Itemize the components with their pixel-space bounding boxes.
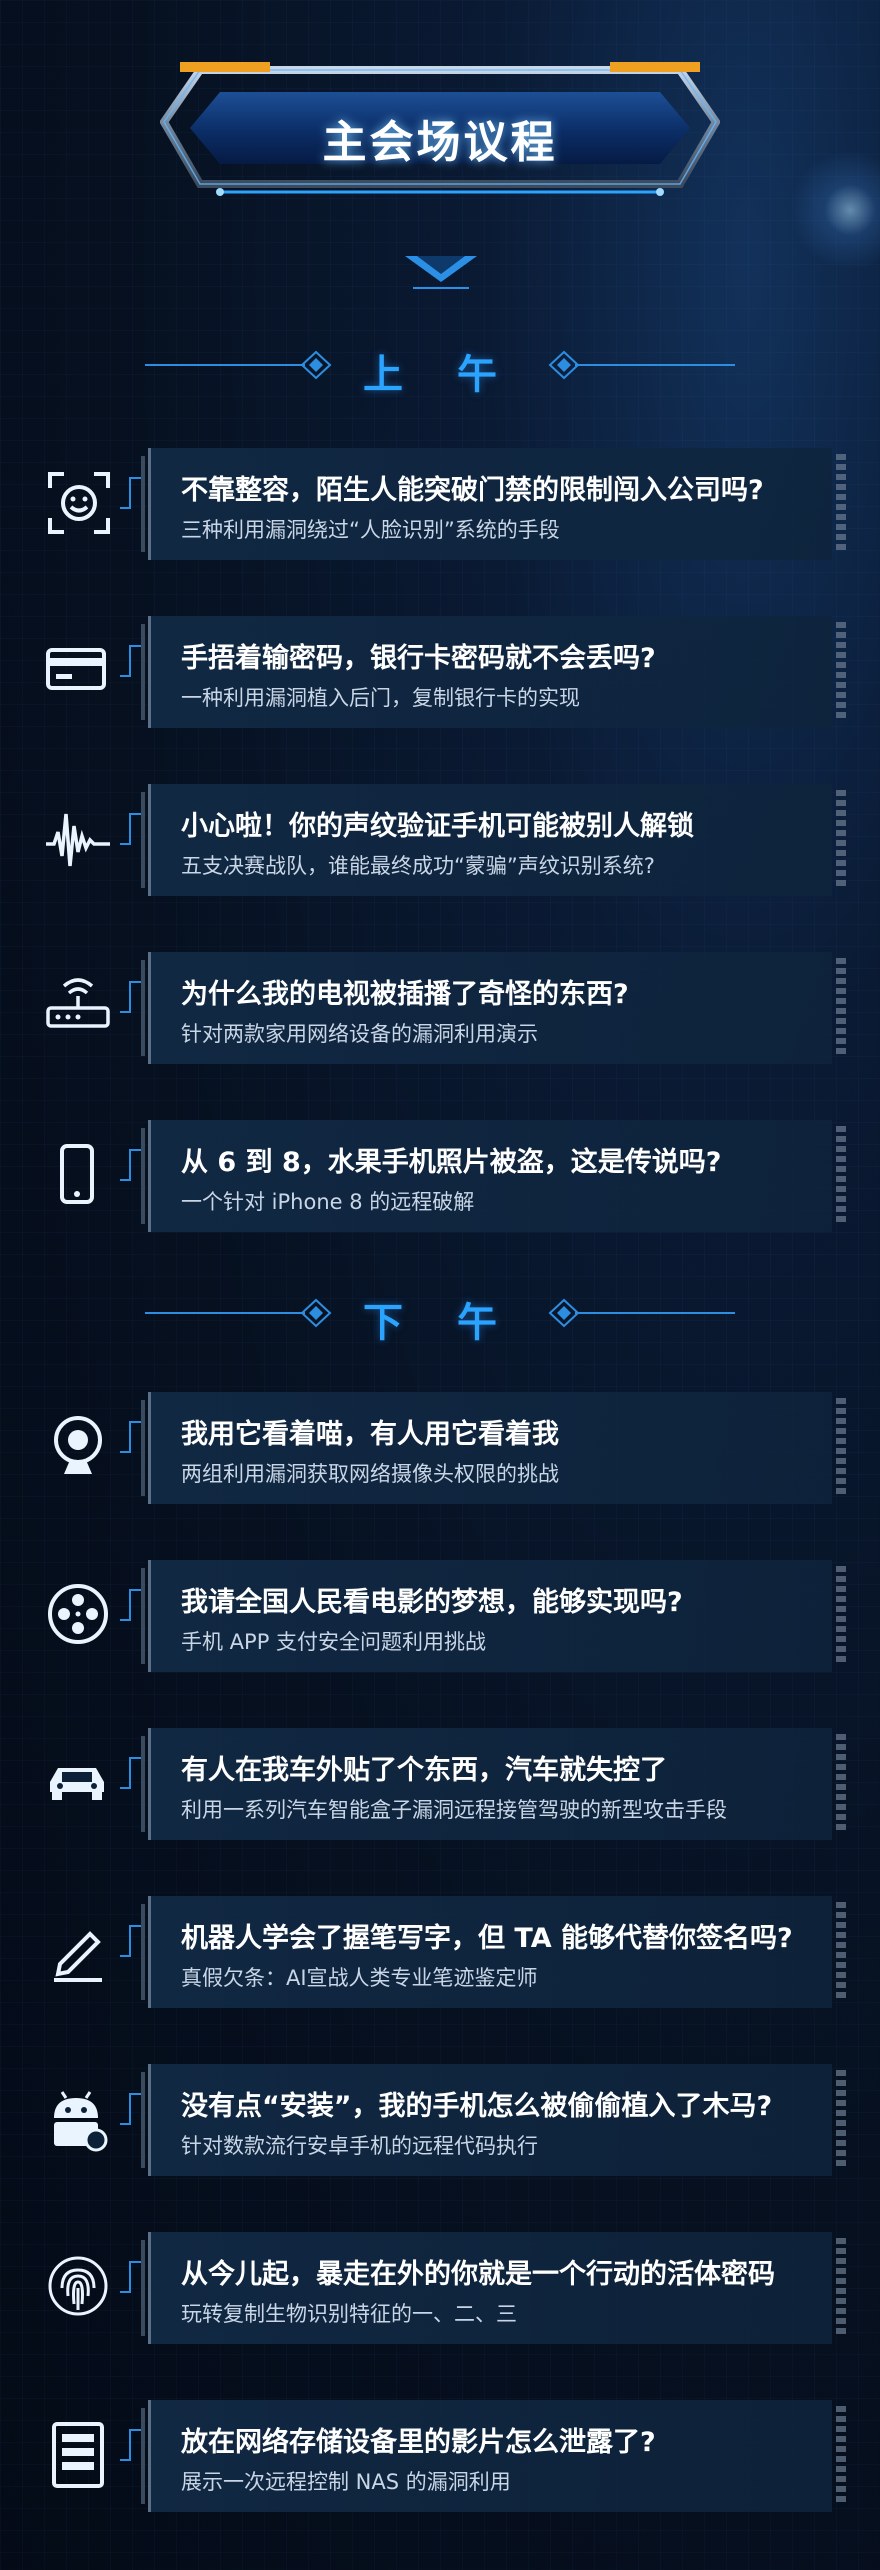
agenda-card: 我用它看着喵，有人用它看着我 两组利用漏洞获取网络摄像头权限的挑战 [141, 1392, 846, 1504]
agenda-title: 从今儿起，暴走在外的你就是一个行动的活体密码 [181, 2259, 775, 2290]
page-title: 主会场议程 [322, 117, 558, 168]
agenda-card: 手捂着输密码，银行卡密码就不会丢吗? 一种利用漏洞植入后门，复制银行卡的实现 [141, 616, 846, 728]
agenda-item: 不靠整容，陌生人能突破门禁的限制闯入公司吗? 三种利用漏洞绕过“人脸识别”系统的… [0, 448, 880, 560]
agenda-item: 从今儿起，暴走在外的你就是一个行动的活体密码 玩转复制生物识别特征的一、二、三 [0, 2232, 880, 2344]
agenda-card: 没有点“安装”，我的手机怎么被偷偷植入了木马? 针对数款流行安卓手机的远程代码执… [141, 2064, 846, 2176]
voice-wave-icon [46, 813, 110, 867]
agenda-item: 从 6 到 8，水果手机照片被盗，这是传说吗? 一个针对 iPhone 8 的远… [0, 1120, 880, 1232]
agenda-banner: 主会场议程 [160, 62, 720, 202]
divider-line [575, 364, 735, 366]
phone-icon [60, 1144, 94, 1204]
agenda-card: 我请全国人民看电影的梦想，能够实现吗? 手机 APP 支付安全问题利用挑战 [141, 1560, 846, 1672]
section-label: 下 午 [363, 1300, 517, 1346]
background-glow [790, 150, 880, 270]
car-icon [50, 1768, 104, 1800]
agenda-title: 机器人学会了握笔写字，但 TA 能够代替你签名吗? [181, 1923, 793, 1954]
fingerprint-icon [48, 2256, 108, 2316]
film-reel-icon [48, 1584, 108, 1644]
chevron-down-icon [405, 256, 477, 289]
agenda-title: 放在网络存储设备里的影片怎么泄露了? [181, 2427, 656, 2458]
agenda-subtitle: 玩转复制生物识别特征的一、二、三 [181, 2302, 517, 2326]
agenda-card: 小心啦！你的声纹验证手机可能被别人解锁 五支决赛战队，谁能最终成功“蒙骗”声纹识… [141, 784, 846, 896]
agenda-title: 有人在我车外贴了个东西，汽车就失控了 [181, 1755, 667, 1786]
agenda-title: 手捂着输密码，银行卡密码就不会丢吗? [181, 643, 656, 674]
agenda-subtitle: 一种利用漏洞植入后门，复制银行卡的实现 [181, 686, 580, 710]
agenda-subtitle: 五支决赛战队，谁能最终成功“蒙骗”声纹识别系统? [181, 854, 655, 878]
agenda-card: 不靠整容，陌生人能突破门禁的限制闯入公司吗? 三种利用漏洞绕过“人脸识别”系统的… [141, 448, 846, 560]
agenda-title: 我请全国人民看电影的梦想，能够实现吗? [181, 1587, 683, 1618]
webcam-icon [54, 1416, 102, 1474]
agenda-item: 为什么我的电视被插播了奇怪的东西? 针对两款家用网络设备的漏洞利用演示 [0, 952, 880, 1064]
agenda-subtitle: 真假欠条：AI宣战人类专业笔迹鉴定师 [181, 1966, 538, 1990]
agenda-card: 机器人学会了握笔写字，但 TA 能够代替你签名吗? 真假欠条：AI宣战人类专业笔… [141, 1896, 846, 2008]
router-icon [46, 978, 110, 1028]
agenda-card: 放在网络存储设备里的影片怎么泄露了? 展示一次远程控制 NAS 的漏洞利用 [141, 2400, 846, 2512]
agenda-subtitle: 两组利用漏洞获取网络摄像头权限的挑战 [181, 1462, 559, 1486]
agenda-card: 有人在我车外贴了个东西，汽车就失控了 利用一系列汽车智能盒子漏洞远程接管驾驶的新… [141, 1728, 846, 1840]
divider-line [575, 1312, 735, 1314]
agenda-item: 小心啦！你的声纹验证手机可能被别人解锁 五支决赛战队，谁能最终成功“蒙骗”声纹识… [0, 784, 880, 896]
bank-card-icon [46, 648, 106, 690]
agenda-item: 我用它看着喵，有人用它看着我 两组利用漏洞获取网络摄像头权限的挑战 [0, 1392, 880, 1504]
agenda-item: 我请全国人民看电影的梦想，能够实现吗? 手机 APP 支付安全问题利用挑战 [0, 1560, 880, 1672]
agenda-card: 从 6 到 8，水果手机照片被盗，这是传说吗? 一个针对 iPhone 8 的远… [141, 1120, 846, 1232]
agenda-item: 有人在我车外贴了个东西，汽车就失控了 利用一系列汽车智能盒子漏洞远程接管驾驶的新… [0, 1728, 880, 1840]
agenda-title: 为什么我的电视被插播了奇怪的东西? [181, 979, 629, 1010]
agenda-card: 为什么我的电视被插播了奇怪的东西? 针对两款家用网络设备的漏洞利用演示 [141, 952, 846, 1064]
agenda-item: 机器人学会了握笔写字，但 TA 能够代替你签名吗? 真假欠条：AI宣战人类专业笔… [0, 1896, 880, 2008]
agenda-card: 从今儿起，暴走在外的你就是一个行动的活体密码 玩转复制生物识别特征的一、二、三 [141, 2232, 846, 2344]
pen-icon [54, 1931, 102, 1982]
agenda-subtitle: 三种利用漏洞绕过“人脸识别”系统的手段 [181, 518, 560, 542]
section-label: 上 午 [363, 352, 517, 398]
agenda-subtitle: 手机 APP 支付安全问题利用挑战 [181, 1630, 487, 1654]
agenda-subtitle: 一个针对 iPhone 8 的远程破解 [181, 1190, 475, 1214]
agenda-title: 没有点“安装”，我的手机怎么被偷偷植入了木马? [181, 2091, 773, 2122]
nas-server-icon [52, 2422, 104, 2488]
agenda-subtitle: 针对数款流行安卓手机的远程代码执行 [181, 2134, 538, 2158]
agenda-subtitle: 针对两款家用网络设备的漏洞利用演示 [181, 1022, 538, 1046]
agenda-subtitle: 展示一次远程控制 NAS 的漏洞利用 [181, 2470, 511, 2494]
face-recognition-icon [48, 472, 110, 534]
agenda-item: 手捂着输密码，银行卡密码就不会丢吗? 一种利用漏洞植入后门，复制银行卡的实现 [0, 616, 880, 728]
agenda-subtitle: 利用一系列汽车智能盒子漏洞远程接管驾驶的新型攻击手段 [181, 1798, 727, 1822]
android-bug-icon [54, 2091, 108, 2152]
agenda-title: 小心啦！你的声纹验证手机可能被别人解锁 [181, 811, 694, 842]
section-header-morning: 上 午 [145, 340, 735, 398]
agenda-title: 我用它看着喵，有人用它看着我 [181, 1419, 559, 1450]
section-header-afternoon: 下 午 [145, 1288, 735, 1346]
agenda-item: 没有点“安装”，我的手机怎么被偷偷植入了木马? 针对数款流行安卓手机的远程代码执… [0, 2064, 880, 2176]
agenda-title: 从 6 到 8，水果手机照片被盗，这是传说吗? [181, 1147, 722, 1178]
agenda-item: 放在网络存储设备里的影片怎么泄露了? 展示一次远程控制 NAS 的漏洞利用 [0, 2400, 880, 2512]
agenda-title: 不靠整容，陌生人能突破门禁的限制闯入公司吗? [181, 475, 764, 506]
